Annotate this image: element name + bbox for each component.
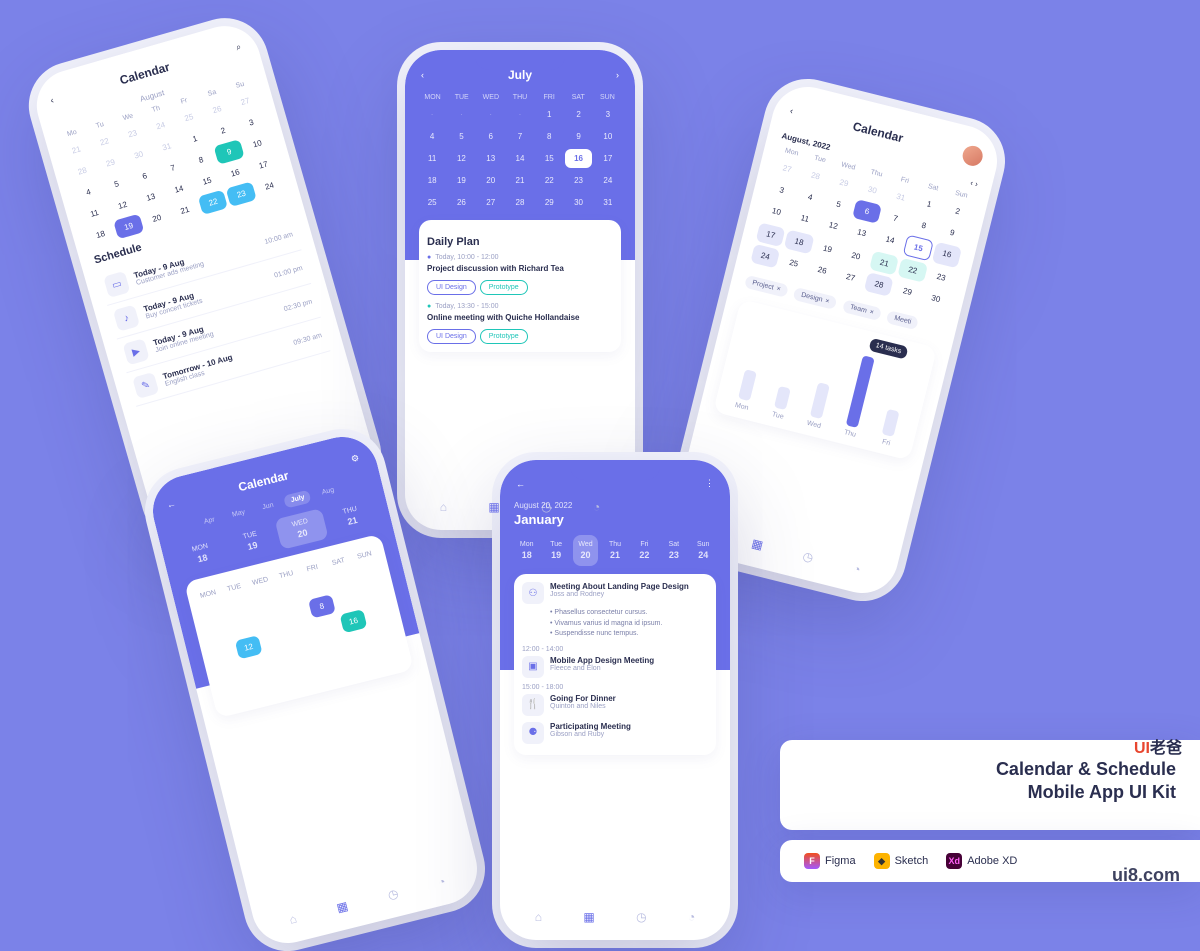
day-of-week-header: MONTUEWEDTHUFRISATSUN — [419, 94, 621, 101]
users-icon: ⚇ — [522, 582, 544, 604]
calendar-icon: ▦ — [488, 500, 499, 514]
back-icon[interactable]: ← — [516, 479, 525, 489]
tool-xd: XdAdobe XD — [946, 853, 1017, 869]
clock-icon: ◷ — [636, 910, 646, 924]
figma-icon: F — [804, 853, 820, 869]
design-icon: ▣ — [522, 656, 544, 678]
event-item[interactable]: ▣Mobile App Design MeetingFleece and Elo… — [522, 656, 708, 678]
tag-team[interactable]: Team × — [842, 299, 882, 321]
clock-icon: ◷ — [801, 549, 815, 565]
notch — [570, 460, 660, 480]
events-card: ⚇Meeting About Landing Page DesignJoss a… — [514, 574, 716, 755]
watermark-cn: UIUI老爸老爸 — [1134, 734, 1182, 758]
plan-item[interactable]: ●Today, 13:30 - 15:00 Online meeting wit… — [427, 303, 613, 344]
bottom-nav[interactable]: ⌂▦◷◔ — [266, 862, 469, 940]
bell-icon: ◔ — [437, 874, 447, 889]
calendar-grid[interactable]: ····123 45678910 11121314151617 18192021… — [198, 560, 404, 709]
calendar-icon: ▦ — [750, 536, 764, 552]
bell-icon: ◔ — [852, 561, 862, 576]
team-icon: ⚈ — [522, 722, 544, 744]
event-item[interactable]: 🍴Going For DinnerQuinton and Niles — [522, 694, 708, 716]
calendar-grid[interactable]: ····123 45678910 11121314151617 18192021… — [419, 105, 621, 212]
phone-screen-2: ‹ July › MONTUEWEDTHUFRISATSUN ····123 456… — [405, 50, 635, 530]
plan-item[interactable]: ●Today, 10:00 - 12:00 Project discussion… — [427, 254, 613, 295]
sketch-icon: ◆ — [874, 853, 890, 869]
notch — [475, 50, 565, 70]
back-icon[interactable]: ‹ — [789, 105, 794, 115]
calendar-icon: ▦ — [335, 899, 349, 915]
tag-design[interactable]: Design × — [793, 287, 838, 310]
avatar[interactable] — [961, 144, 985, 168]
home-icon: ⌂ — [440, 500, 447, 514]
prev-month-icon[interactable]: ‹ — [421, 70, 424, 80]
daily-plan-heading: Daily Plan — [427, 236, 613, 248]
month-title: July — [508, 68, 532, 82]
next-month-icon[interactable]: › — [616, 70, 619, 80]
month-nav[interactable]: ‹ › — [969, 178, 979, 189]
food-icon: 🍴 — [522, 694, 544, 716]
phone-screen-5: ← ⋮ August 20, 2022 January Mon18 Tue19 W… — [500, 460, 730, 940]
event-item[interactable]: ⚇Meeting About Landing Page DesignJoss a… — [522, 582, 708, 640]
event-item[interactable]: ⚈Participating MeetingGibson and Ruby — [522, 722, 708, 744]
tool-sketch: ◆Sketch — [874, 853, 929, 869]
week-selector[interactable]: Mon18 Tue19 Wed20 Thu21 Fri22 Sat23 Sun2… — [514, 535, 716, 566]
search-icon[interactable]: ⌕ — [235, 41, 243, 53]
briefcase-icon: ▭ — [103, 271, 130, 298]
month-title: January — [514, 512, 716, 527]
tag-meeting[interactable]: Meeti — [886, 310, 919, 330]
back-icon[interactable]: ‹ — [49, 95, 55, 105]
watermark: ui8.com — [1112, 865, 1180, 886]
bell-icon: ◔ — [688, 910, 695, 924]
ticket-icon: ♪ — [113, 305, 140, 332]
daily-plan-card: Daily Plan ●Today, 10:00 - 12:00 Project… — [419, 220, 621, 352]
video-icon: ▶ — [123, 338, 150, 365]
more-icon[interactable]: ⋮ — [705, 478, 714, 489]
tag-project[interactable]: Project × — [744, 275, 789, 298]
book-icon: ✎ — [132, 372, 159, 399]
settings-icon[interactable]: ⚙ — [350, 452, 360, 465]
xd-icon: Xd — [946, 853, 962, 869]
home-icon: ⌂ — [535, 910, 542, 924]
tool-figma: FFigma — [804, 853, 856, 869]
bottom-nav[interactable]: ⌂ ▦ ◷ ◔ — [514, 902, 716, 932]
date-label: August 20, 2022 — [514, 501, 716, 510]
home-icon: ⌂ — [288, 911, 298, 926]
back-icon[interactable]: ← — [166, 498, 177, 510]
calendar-icon: ▦ — [583, 910, 594, 924]
